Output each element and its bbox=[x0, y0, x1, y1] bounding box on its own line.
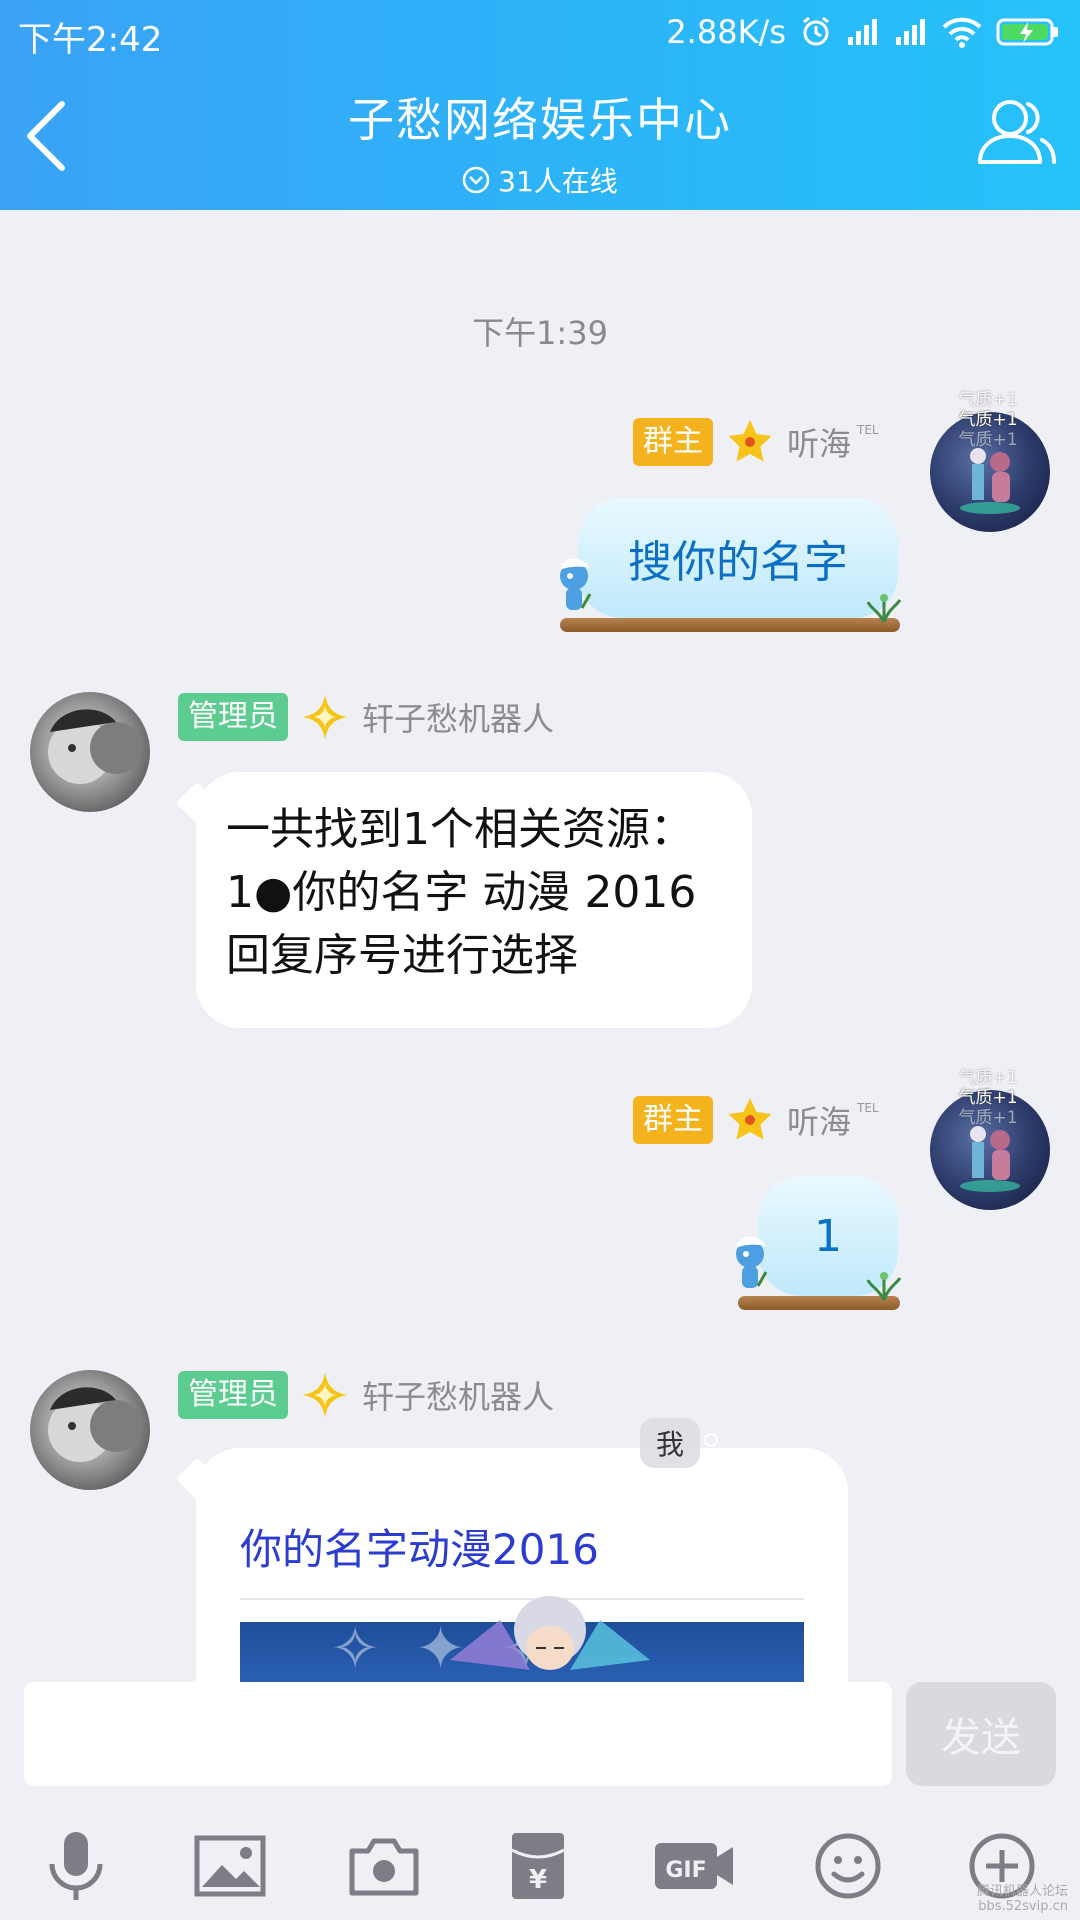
smurf-icon bbox=[736, 1236, 768, 1288]
plant-icon bbox=[866, 1272, 902, 1301]
gif-button[interactable]: GIF bbox=[652, 1826, 736, 1906]
group-members-button[interactable] bbox=[976, 96, 1056, 168]
input-toolbar: ¥ GIF bbox=[0, 1826, 1080, 1906]
send-label: 发送 bbox=[941, 1715, 1021, 1761]
avatar-pendant: 气质+1 气质+1 气质+1 bbox=[958, 390, 1018, 450]
bubble-decoration bbox=[560, 618, 900, 632]
image-icon bbox=[194, 1835, 266, 1897]
tel-tag: TEL bbox=[857, 423, 879, 437]
camera-button[interactable] bbox=[344, 1826, 424, 1906]
role-badge: 管理员 bbox=[178, 1371, 288, 1419]
red-packet-button[interactable]: ¥ bbox=[498, 1826, 578, 1906]
plant-icon bbox=[866, 594, 902, 623]
wifi-icon bbox=[942, 17, 982, 48]
message-text: 搜你的名字 bbox=[628, 537, 848, 588]
avatar-pendant: 气质+1 气质+1 气质+1 bbox=[958, 1068, 1018, 1128]
signal-icon-2 bbox=[896, 19, 925, 45]
members-icon bbox=[978, 100, 1056, 164]
signal-icon bbox=[848, 19, 877, 45]
chat-header: 下午2:42 2.88K/s 子愁网络娱乐中心 31人在线 bbox=[0, 0, 1080, 210]
message-line: 1●你的名字 动漫 2016 bbox=[226, 867, 697, 918]
alarm-icon bbox=[803, 16, 829, 46]
avatar[interactable] bbox=[30, 1370, 150, 1490]
sender-row: 群主 听海 TEL bbox=[633, 1095, 879, 1145]
status-indicators: 2.88K/s bbox=[666, 12, 1060, 52]
image-button[interactable] bbox=[190, 1826, 270, 1906]
chevron-down-circle-icon bbox=[462, 166, 490, 194]
message-list[interactable]: 下午1:39 气质+1 气质+1 气质+1 群主 听海 TEL 搜你的名字 管理… bbox=[0, 210, 1080, 1682]
message-line: 回复序号进行选择 bbox=[226, 930, 578, 981]
gif-icon: GIF bbox=[655, 1843, 733, 1889]
card-title: 你的名字动漫2016 bbox=[240, 1525, 599, 1574]
red-packet-icon: ¥ bbox=[511, 1833, 565, 1899]
mic-icon bbox=[49, 1832, 103, 1900]
sender-name[interactable]: 听海 bbox=[787, 419, 851, 465]
message-bubble[interactable]: 搜你的名字 bbox=[578, 498, 898, 618]
back-button[interactable] bbox=[18, 96, 78, 176]
send-button[interactable]: 发送 bbox=[906, 1682, 1056, 1786]
star-icon bbox=[728, 420, 772, 462]
diamond-star-icon bbox=[302, 694, 348, 740]
emoji-button[interactable] bbox=[808, 1826, 888, 1906]
camera-icon bbox=[349, 1838, 419, 1896]
tel-tag: TEL bbox=[857, 1101, 879, 1115]
watermark: 腾讯机器人论坛 bbs.52svip.cn bbox=[976, 1884, 1068, 1914]
status-time: 下午2:42 bbox=[18, 20, 163, 60]
sender-row: 管理员 轩子愁机器人 bbox=[178, 1370, 554, 1420]
floating-sprite-icon[interactable] bbox=[440, 1590, 660, 1682]
voice-button[interactable] bbox=[36, 1826, 116, 1906]
role-badge: 群主 bbox=[633, 1096, 713, 1144]
role-badge: 群主 bbox=[633, 418, 713, 466]
message-bubble[interactable]: 一共找到1个相关资源： 1●你的名字 动漫 2016 回复序号进行选择 bbox=[196, 772, 752, 1028]
message-line: 一共找到1个相关资源： bbox=[226, 804, 694, 855]
message-input[interactable] bbox=[24, 1682, 892, 1786]
online-count: 31人在线 bbox=[498, 165, 618, 198]
sender-name[interactable]: 听海 bbox=[787, 1097, 851, 1143]
dot-icon bbox=[704, 1433, 718, 1447]
diamond-star-icon bbox=[302, 1372, 348, 1418]
network-speed: 2.88K/s bbox=[666, 13, 786, 51]
input-area: 发送 ¥ GIF 腾讯机器人论坛 bbs.52svip.cn bbox=[0, 1682, 1080, 1920]
star-icon bbox=[728, 1098, 772, 1140]
sender-row: 管理员 轩子愁机器人 bbox=[178, 692, 554, 742]
sender-name[interactable]: 轩子愁机器人 bbox=[362, 1372, 554, 1418]
message-text: 1 bbox=[814, 1210, 842, 1262]
group-title-area[interactable]: 子愁网络娱乐中心 31人在线 bbox=[240, 84, 840, 200]
avatar[interactable] bbox=[30, 692, 150, 812]
role-badge: 管理员 bbox=[178, 693, 288, 741]
chevron-left-icon bbox=[27, 101, 65, 171]
sender-row: 群主 听海 TEL bbox=[633, 417, 879, 467]
me-indicator[interactable]: 我 bbox=[640, 1418, 700, 1468]
status-bar: 下午2:42 2.88K/s bbox=[0, 0, 1080, 62]
svg-text:¥: ¥ bbox=[529, 1865, 547, 1895]
smurf-icon bbox=[560, 558, 592, 610]
message-timestamp: 下午1:39 bbox=[472, 314, 608, 352]
emoji-icon bbox=[815, 1833, 881, 1899]
page-title: 子愁网络娱乐中心 bbox=[348, 93, 732, 147]
gif-label: GIF bbox=[665, 1858, 706, 1883]
battery-icon bbox=[996, 18, 1058, 46]
online-status: 31人在线 bbox=[240, 160, 840, 200]
sender-name[interactable]: 轩子愁机器人 bbox=[362, 694, 554, 740]
